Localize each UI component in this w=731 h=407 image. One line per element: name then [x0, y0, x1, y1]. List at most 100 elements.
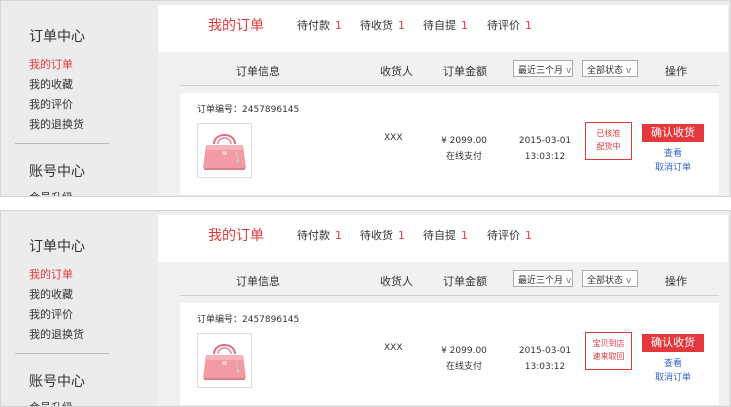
buyer-name: XXX [384, 343, 403, 353]
payment-method: 在线支付 [445, 152, 482, 162]
header-action: 操作 [665, 65, 687, 78]
sidebar-item-reviews[interactable]: 我的评价 [29, 96, 73, 112]
chevron-down-icon: v [566, 276, 572, 286]
tab-pending-review[interactable]: 待评价 1 [487, 17, 532, 33]
table-header: 订单信息 收货人 订单金额 最近三个月 v 全部状态 v 操作 [180, 262, 719, 296]
sidebar-item-returns[interactable]: 我的退换货 [29, 326, 84, 342]
pink-handbag-image [198, 334, 251, 387]
tab-label: 待付款 [297, 19, 330, 32]
order-tabs: 我的订单 待付款 1 待收货 1 待自提 1 待评价 1 [158, 5, 728, 45]
tab-pending-payment[interactable]: 待付款 1 [297, 17, 342, 33]
order-row: 订单编号：2457896145 XXX ¥ 2099.00 在线支付 2015-… [180, 93, 719, 195]
sidebar: 订单中心 我的订单 我的收藏 我的评价 我的退换货 账号中心 会员升级 [1, 1, 135, 196]
order-panel-2: 订单中心 我的订单 我的收藏 我的评价 我的退换货 账号中心 会员升级 我的订单… [0, 210, 731, 407]
tab-pending-receipt[interactable]: 待收货 1 [360, 17, 405, 33]
tab-label: 待评价 [487, 229, 520, 242]
sidebar-section-title-orders: 订单中心 [29, 29, 85, 45]
cancel-order-link[interactable]: 取消订单 [642, 160, 704, 173]
buyer-name: XXX [384, 133, 403, 143]
sidebar-item-favorites[interactable]: 我的收藏 [29, 286, 73, 302]
tab-count: 1 [398, 229, 405, 242]
status-line-1: 已核准 [596, 129, 621, 138]
product-thumbnail[interactable] [197, 123, 252, 178]
time-filter-select[interactable]: 最近三个月 v [513, 60, 573, 77]
sidebar-section-title-account: 账号中心 [29, 164, 85, 180]
tab-count: 1 [525, 19, 532, 32]
header-order-info: 订单信息 [236, 65, 280, 78]
main-content: 我的订单 待付款 1 待收货 1 待自提 1 待评价 1 订单信息 收货人 订单金额 最… [158, 215, 728, 405]
status-badge: 已核准 配货中 [585, 122, 632, 160]
pink-handbag-image [198, 124, 251, 177]
tab-pending-pickup[interactable]: 待自提 1 [423, 227, 468, 243]
price: ¥ 2099.00 [441, 136, 487, 146]
sidebar-item-upgrade[interactable]: 会员升级 [29, 189, 73, 196]
order-time: 2015-03-01 13:03:12 [518, 343, 572, 375]
tab-count: 1 [461, 229, 468, 242]
view-order-link[interactable]: 查看 [642, 356, 704, 369]
header-amount: 订单金额 [443, 275, 487, 288]
time-filter-value: 最近三个月 [518, 276, 564, 286]
order-number: 订单编号：2457896145 [197, 315, 300, 325]
time-filter-select[interactable]: 最近三个月 v [513, 270, 573, 287]
order-date: 2015-03-01 [518, 136, 572, 146]
chevron-down-icon: v [566, 66, 572, 76]
tab-pending-receipt[interactable]: 待收货 1 [360, 227, 405, 243]
status-filter-value: 全部状态 [587, 276, 624, 286]
status-filter-select[interactable]: 全部状态 v [582, 60, 638, 77]
order-list: 订单信息 收货人 订单金额 最近三个月 v 全部状态 v 操作 订单编号：24578… [158, 52, 728, 195]
tab-pending-review[interactable]: 待评价 1 [487, 227, 532, 243]
main-content: 我的订单 待付款 1 待收货 1 待自提 1 待评价 1 订单信息 收货人 订单金额 最… [158, 5, 728, 195]
order-number: 订单编号：2457896145 [197, 105, 300, 115]
status-badge: 宝贝到店 速来取回 [585, 332, 632, 370]
status-line-2: 速来取回 [592, 352, 625, 361]
tab-label: 待付款 [297, 229, 330, 242]
tab-pending-payment[interactable]: 待付款 1 [297, 227, 342, 243]
status-filter-select[interactable]: 全部状态 v [582, 270, 638, 287]
order-list: 订单信息 收货人 订单金额 最近三个月 v 全部状态 v 操作 订单编号：24578… [158, 262, 728, 405]
tab-count: 1 [461, 19, 468, 32]
tab-pending-pickup[interactable]: 待自提 1 [423, 17, 468, 33]
status-line-1: 宝贝到店 [592, 339, 625, 348]
status-filter-value: 全部状态 [587, 66, 624, 76]
order-clock: 13:03:12 [524, 362, 566, 372]
tab-count: 1 [398, 19, 405, 32]
chevron-down-icon: v [626, 66, 632, 76]
tab-label: 待收货 [360, 19, 393, 32]
confirm-receipt-button[interactable]: 确认收货 [642, 124, 704, 142]
tab-count: 1 [525, 229, 532, 242]
header-amount: 订单金额 [443, 65, 487, 78]
sidebar-section-title-orders: 订单中心 [29, 239, 85, 255]
sidebar-item-my-orders[interactable]: 我的订单 [29, 56, 73, 72]
tab-label: 待自提 [423, 229, 456, 242]
header-action: 操作 [665, 275, 687, 288]
cancel-order-link[interactable]: 取消订单 [642, 370, 704, 383]
order-panel-1: 订单中心 我的订单 我的收藏 我的评价 我的退换货 账号中心 会员升级 我的订单… [0, 0, 731, 197]
tab-label: 待自提 [423, 19, 456, 32]
chevron-down-icon: v [626, 276, 632, 286]
page-title[interactable]: 我的订单 [208, 225, 264, 245]
tab-label: 待收货 [360, 229, 393, 242]
status-line-2: 配货中 [596, 142, 621, 151]
order-amount: ¥ 2099.00 在线支付 [441, 343, 487, 375]
confirm-receipt-button[interactable]: 确认收货 [642, 334, 704, 352]
time-filter-value: 最近三个月 [518, 66, 564, 76]
page-title[interactable]: 我的订单 [208, 15, 264, 35]
order-row: 订单编号：2457896145 XXX ¥ 2099.00 在线支付 2015-… [180, 303, 719, 405]
tab-count: 1 [335, 19, 342, 32]
sidebar-divider [15, 143, 109, 144]
sidebar-item-favorites[interactable]: 我的收藏 [29, 76, 73, 92]
sidebar: 订单中心 我的订单 我的收藏 我的评价 我的退换货 账号中心 会员升级 [1, 211, 135, 406]
order-time: 2015-03-01 13:03:12 [518, 133, 572, 165]
payment-method: 在线支付 [445, 362, 482, 372]
order-date: 2015-03-01 [518, 346, 572, 356]
sidebar-item-upgrade[interactable]: 会员升级 [29, 399, 73, 406]
view-order-link[interactable]: 查看 [642, 146, 704, 159]
sidebar-item-returns[interactable]: 我的退换货 [29, 116, 84, 132]
tab-label: 待评价 [487, 19, 520, 32]
product-thumbnail[interactable] [197, 333, 252, 388]
sidebar-item-reviews[interactable]: 我的评价 [29, 306, 73, 322]
sidebar-item-my-orders[interactable]: 我的订单 [29, 266, 73, 282]
header-buyer: 收货人 [380, 275, 413, 288]
sidebar-section-title-account: 账号中心 [29, 374, 85, 390]
header-buyer: 收货人 [380, 65, 413, 78]
